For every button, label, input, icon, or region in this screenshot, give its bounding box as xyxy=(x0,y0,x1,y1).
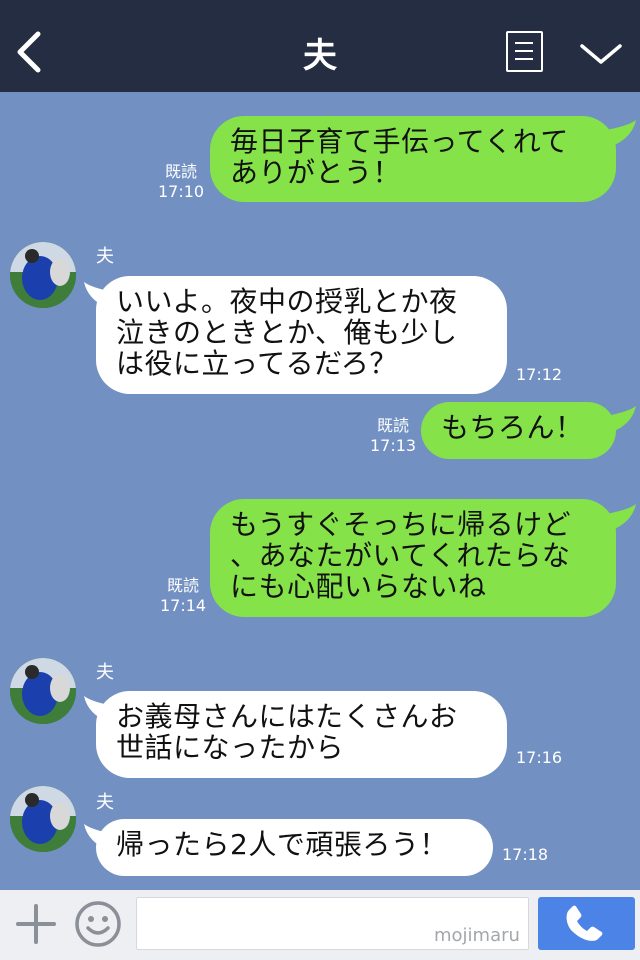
back-icon xyxy=(17,31,41,73)
collapse-button[interactable] xyxy=(578,38,624,68)
avatar[interactable] xyxy=(10,658,76,724)
avatar-image xyxy=(10,242,76,308)
message-time: 17:10 xyxy=(158,182,205,201)
avatar-image xyxy=(10,658,76,724)
avatar-image xyxy=(10,786,76,852)
message-time: 17:18 xyxy=(502,845,549,864)
emoji-button[interactable] xyxy=(74,900,122,948)
sent-message-bubble[interactable]: 毎日子育て手伝ってくれて ありがとう！ xyxy=(210,116,616,202)
received-message-bubble[interactable]: お義母さんにはたくさんお 世話になったから xyxy=(96,691,507,778)
chat-area[interactable]: 既読 17:10 毎日子育て手伝ってくれて ありがとう！ 夫 いいよ。夜中の授乳… xyxy=(0,92,640,890)
call-button[interactable] xyxy=(538,897,635,950)
avatar[interactable] xyxy=(10,242,76,308)
message-time: 17:14 xyxy=(160,596,207,615)
sender-name: 夫 xyxy=(96,792,114,813)
received-message-bubble[interactable]: いいよ。夜中の授乳とか夜 泣きのときとか、俺も少し は役に立ってるだろ？ xyxy=(96,276,507,394)
plus-icon xyxy=(16,904,56,944)
message-meta: 既読 17:13 xyxy=(370,416,416,456)
phone-icon xyxy=(566,905,603,941)
message-time: 17:13 xyxy=(370,436,417,455)
message-meta: 既読 17:10 xyxy=(158,162,204,202)
received-message-bubble[interactable]: 帰ったら2人で頑張ろう！ xyxy=(96,819,493,876)
sent-message-bubble[interactable]: もうすぐそっちに帰るけど 、あなたがいてくれたらな にも心配いらないね xyxy=(210,499,616,617)
message-time: 17:16 xyxy=(516,748,563,767)
read-receipt: 既読 xyxy=(377,416,410,435)
watermark: mojimaru xyxy=(434,925,520,946)
avatar[interactable] xyxy=(10,786,76,852)
chat-header: 夫 xyxy=(0,0,640,92)
message-meta: 既読 17:14 xyxy=(160,576,206,616)
read-receipt: 既読 xyxy=(167,576,200,595)
sender-name: 夫 xyxy=(96,662,114,683)
chevron-down-icon xyxy=(580,44,622,64)
chat-title: 夫 xyxy=(303,36,337,76)
menu-button[interactable] xyxy=(506,31,543,72)
message-time: 17:12 xyxy=(516,365,563,384)
sender-name: 夫 xyxy=(96,246,114,267)
back-button[interactable] xyxy=(10,26,50,74)
emoji-icon xyxy=(75,901,121,947)
read-receipt: 既読 xyxy=(165,162,198,181)
attach-button[interactable] xyxy=(14,902,58,946)
sent-message-bubble[interactable]: もちろん！ xyxy=(421,402,616,459)
